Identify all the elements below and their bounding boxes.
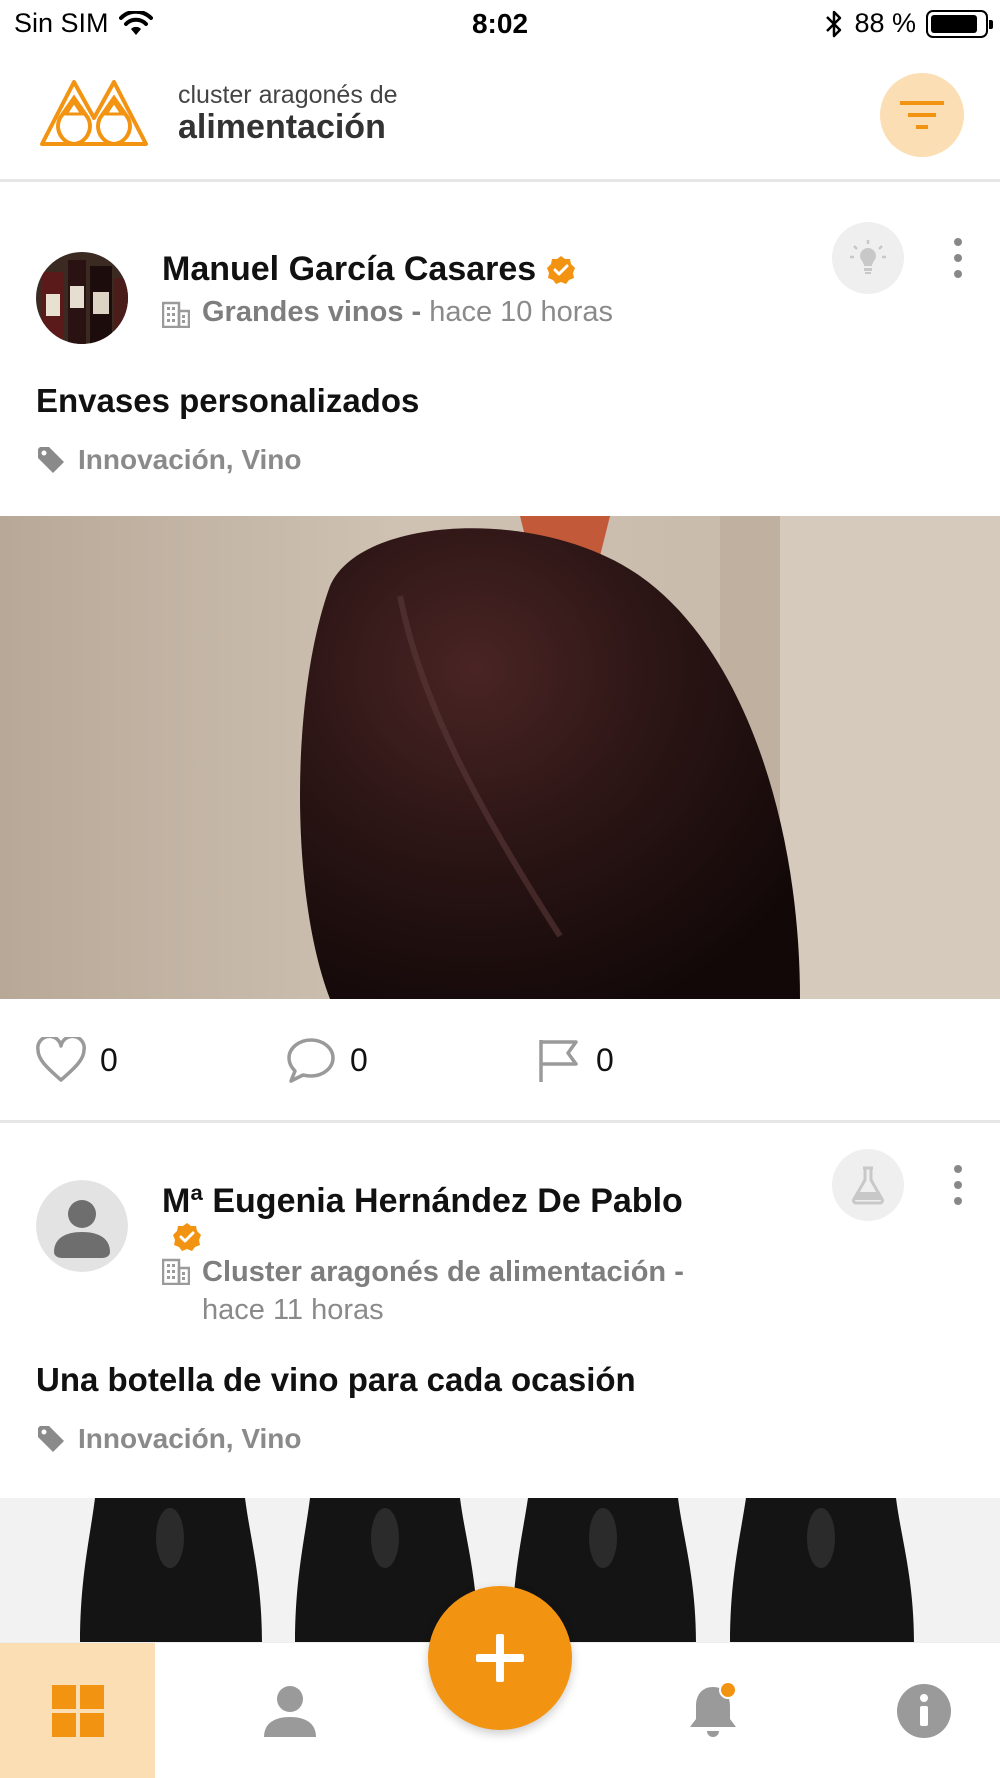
lightbulb-icon — [850, 240, 886, 274]
comment-icon — [287, 1038, 335, 1083]
company-name[interactable]: Grandes vinos - — [202, 296, 421, 328]
like-button[interactable]: 0 — [36, 1000, 118, 1120]
battery-icon — [926, 9, 993, 38]
avatar[interactable] — [36, 252, 128, 344]
tag-icon — [38, 447, 64, 473]
logo-line2: alimentación — [178, 107, 386, 146]
flask-icon — [852, 1166, 884, 1205]
post-time: hace 11 horas — [202, 1294, 384, 1326]
logo-line1: cluster aragonés de — [178, 80, 398, 109]
flag-icon — [539, 1040, 578, 1082]
logo-text: cluster aragonés de alimentación — [178, 80, 398, 146]
more-options-icon[interactable] — [946, 1165, 970, 1205]
add-icon — [476, 1634, 524, 1682]
post-image[interactable] — [0, 516, 1000, 999]
post-actions: 0 0 0 — [0, 1000, 1000, 1120]
tags-text: Innovación, Vino — [78, 1423, 302, 1454]
post-title[interactable]: Envases personalizados — [36, 382, 419, 420]
profile-icon — [263, 1686, 316, 1737]
bell-icon — [689, 1681, 737, 1737]
status-bar: Sin SIM 8:02 88 % — [0, 0, 1000, 50]
author-name-text: Manuel García Casares — [162, 250, 537, 288]
author-name[interactable]: Manuel García Casares — [162, 250, 576, 289]
post-title[interactable]: Una botella de vino para cada ocasión — [36, 1361, 636, 1399]
building-icon — [162, 301, 190, 328]
bluetooth-icon — [826, 10, 842, 37]
post-time: hace 10 horas — [429, 296, 614, 328]
tag-icon — [38, 1426, 64, 1452]
company-name[interactable]: Cluster aragonés de alimentación - — [202, 1256, 684, 1288]
verified-badge-icon — [173, 1223, 201, 1251]
filter-icon — [900, 101, 944, 129]
logo: cluster aragonés de alimentación — [36, 78, 398, 148]
more-options-icon[interactable] — [946, 238, 970, 278]
like-count: 0 — [100, 1041, 118, 1078]
logo-icon — [40, 80, 148, 147]
battery-level — [931, 14, 977, 33]
tags-text: Innovación, Vino — [78, 444, 302, 475]
category-button[interactable] — [832, 222, 904, 294]
nav-notifications[interactable] — [635, 1643, 790, 1778]
heart-icon — [36, 1037, 86, 1082]
post-meta: Cluster aragonés de alimentación - hace … — [162, 1253, 782, 1329]
nav-profile[interactable] — [212, 1643, 367, 1778]
battery-percent: 88 % — [854, 8, 916, 38]
building-icon — [162, 1258, 190, 1285]
post-card: Manuel García Casares Grandes vinos - ha… — [0, 182, 1000, 1123]
grid-icon — [51, 1685, 104, 1737]
report-count: 0 — [596, 1041, 614, 1078]
report-button[interactable]: 0 — [536, 1000, 614, 1120]
post-tags: Innovación, Vino — [36, 444, 302, 476]
post-tags: Innovación, Vino — [36, 1423, 302, 1455]
avatar[interactable] — [36, 1180, 128, 1272]
comment-button[interactable]: 0 — [286, 1000, 368, 1120]
category-button[interactable] — [832, 1149, 904, 1221]
nav-info[interactable] — [846, 1643, 1000, 1778]
add-post-button[interactable] — [428, 1586, 572, 1730]
comment-count: 0 — [350, 1041, 368, 1078]
nav-feed[interactable] — [0, 1643, 155, 1778]
filter-button[interactable] — [880, 73, 964, 157]
app-header: cluster aragonés de alimentación — [0, 60, 1000, 182]
info-icon — [896, 1684, 951, 1738]
post-card: Mª Eugenia Hernández De Pablo Cluster ar… — [0, 1123, 1000, 1643]
author-name[interactable]: Mª Eugenia Hernández De Pablo — [162, 1180, 782, 1264]
verified-badge-icon — [547, 255, 576, 284]
post-meta: Grandes vinos - hace 10 horas — [162, 296, 613, 329]
author-name-text: Mª Eugenia Hernández De Pablo — [162, 1182, 683, 1220]
status-right: 88 % — [824, 8, 993, 39]
